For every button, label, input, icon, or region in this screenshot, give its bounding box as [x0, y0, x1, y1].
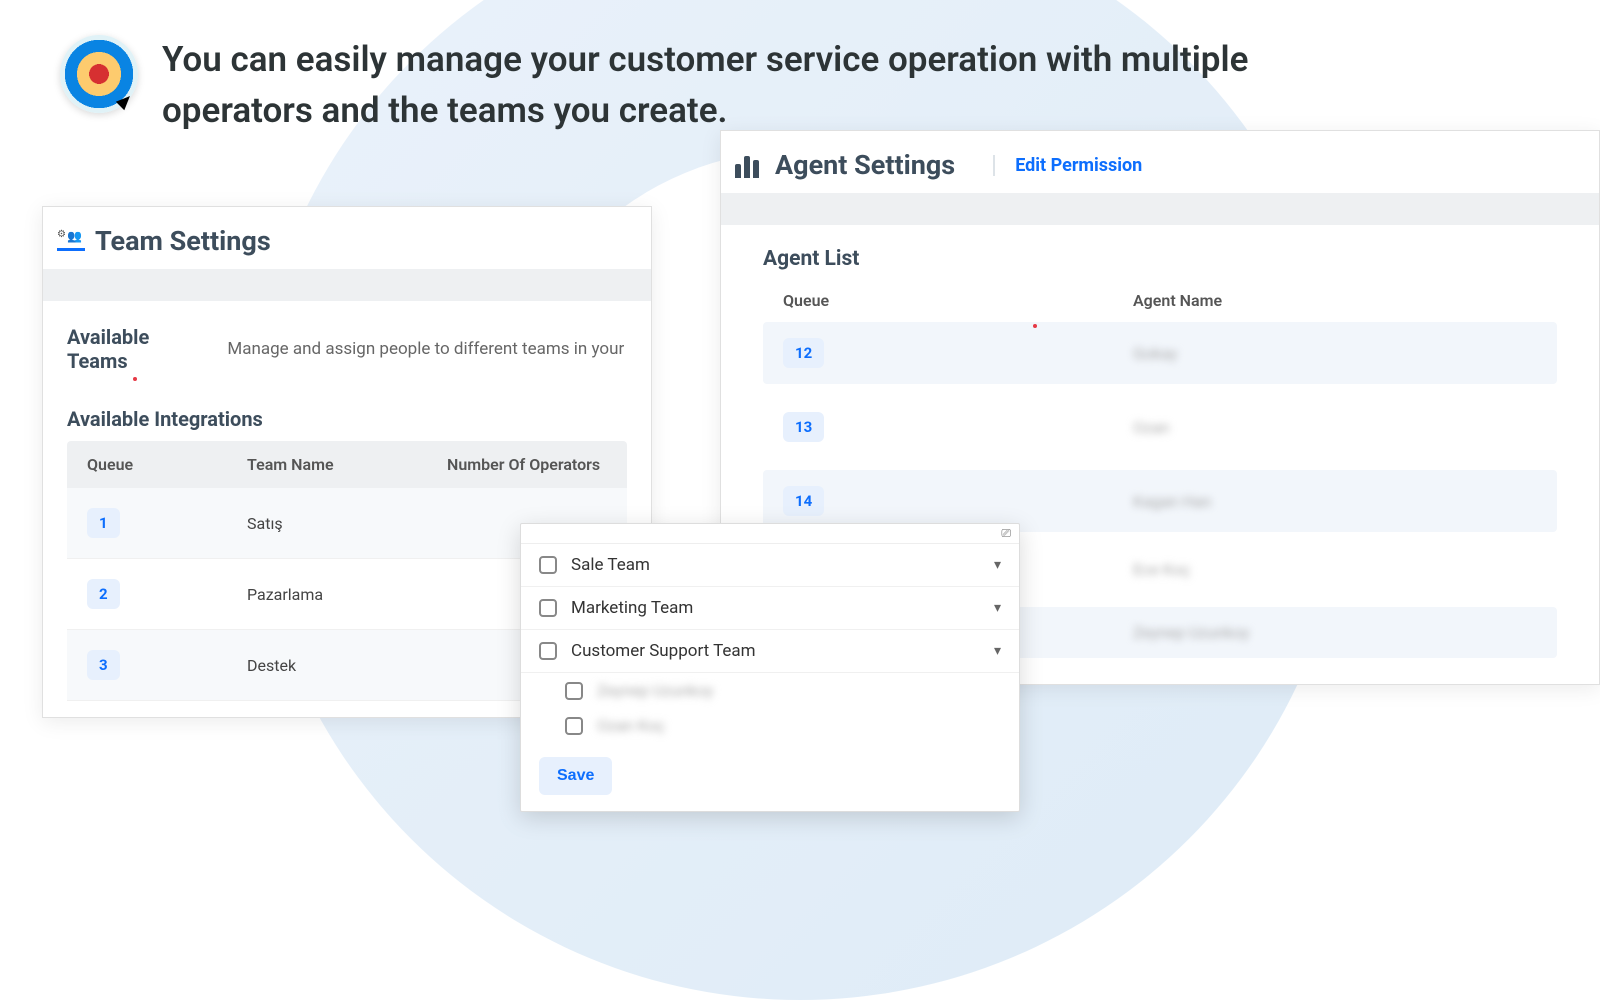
dropdown-sublabel: Zeynep Uzunkoy: [597, 681, 713, 700]
page-header: You can easily manage your customer serv…: [0, 0, 1600, 157]
dropdown-item-sale[interactable]: Sale Team ▾: [521, 544, 1019, 587]
chevron-down-icon[interactable]: ▾: [994, 557, 1001, 573]
indicator-dot: [133, 377, 137, 381]
queue-badge: 2: [87, 579, 120, 609]
checkbox[interactable]: [565, 682, 583, 700]
agent-name-cell: Zeynep Uzunkoy: [1133, 623, 1537, 642]
indicator-dot: [1033, 324, 1037, 328]
queue-badge: 13: [783, 412, 824, 442]
checkbox[interactable]: [539, 556, 557, 574]
dropdown-item-support[interactable]: Customer Support Team ▾: [521, 630, 1019, 673]
agent-table-header: Queue Agent Name: [763, 281, 1557, 322]
team-icon: [57, 231, 85, 251]
queue-badge: 3: [87, 650, 120, 680]
dropdown-label: Sale Team: [571, 555, 650, 575]
dropdown-item-marketing[interactable]: Marketing Team ▾: [521, 587, 1019, 630]
checkbox[interactable]: [539, 642, 557, 660]
col-team-name: Team Name: [247, 455, 447, 474]
agent-row[interactable]: 12 Gokay: [763, 322, 1557, 384]
agent-list-title: Agent List: [763, 247, 1557, 271]
agent-name-cell: Kagan Han: [1133, 492, 1537, 511]
checkbox[interactable]: [565, 717, 583, 735]
available-teams-text: Available Teams: [67, 325, 149, 373]
target-icon: [60, 35, 138, 113]
save-button[interactable]: Save: [539, 757, 612, 795]
acol-agent-name: Agent Name: [1133, 291, 1537, 310]
dropdown-subitem[interactable]: Ozan Koç: [521, 708, 1019, 743]
toggle-icon[interactable]: ⎚: [1001, 526, 1011, 541]
header-text: You can easily manage your customer serv…: [162, 35, 1262, 137]
col-operators: Number Of Operators: [447, 455, 607, 474]
dropdown-sublabel: Ozan Koç: [597, 716, 665, 735]
dropdown-label: Customer Support Team: [571, 641, 756, 661]
agent-divider: [721, 193, 1599, 225]
chevron-down-icon[interactable]: ▾: [994, 643, 1001, 659]
queue-badge: 14: [783, 486, 824, 516]
dropdown-header: ⎚: [521, 524, 1019, 544]
chevron-down-icon[interactable]: ▾: [994, 600, 1001, 616]
available-teams-label[interactable]: Available Teams: [67, 325, 199, 373]
team-table-header: Queue Team Name Number Of Operators: [67, 441, 627, 488]
queue-badge: 1: [87, 508, 120, 538]
edit-permission-link[interactable]: Edit Permission: [993, 155, 1142, 176]
agent-name-cell: Gokay: [1133, 344, 1537, 363]
available-integrations-title: Available Integrations: [67, 407, 627, 431]
agent-row[interactable]: 13 Ozan: [763, 396, 1557, 458]
team-settings-title: Team Settings: [95, 225, 271, 257]
team-name-cell: Pazarlama: [247, 585, 447, 604]
agent-name-cell: Ece Koç: [1133, 560, 1537, 579]
checkbox[interactable]: [539, 599, 557, 617]
team-divider: [43, 269, 651, 301]
available-teams-row: Available Teams Manage and assign people…: [67, 301, 627, 381]
acol-queue: Queue: [783, 291, 1133, 310]
agent-name-cell: Ozan: [1133, 418, 1537, 437]
team-panel-titlebar: Team Settings: [43, 207, 651, 269]
col-queue: Queue: [87, 455, 247, 474]
dropdown-subitem[interactable]: Zeynep Uzunkoy: [521, 673, 1019, 708]
available-teams-desc: Manage and assign people to different te…: [227, 339, 627, 359]
queue-badge: 12: [783, 338, 824, 368]
dropdown-label: Marketing Team: [571, 598, 693, 618]
team-name-cell: Satış: [247, 514, 447, 533]
team-assign-dropdown: ⎚ Sale Team ▾ Marketing Team ▾ Customer …: [520, 523, 1020, 812]
team-name-cell: Destek: [247, 656, 447, 675]
